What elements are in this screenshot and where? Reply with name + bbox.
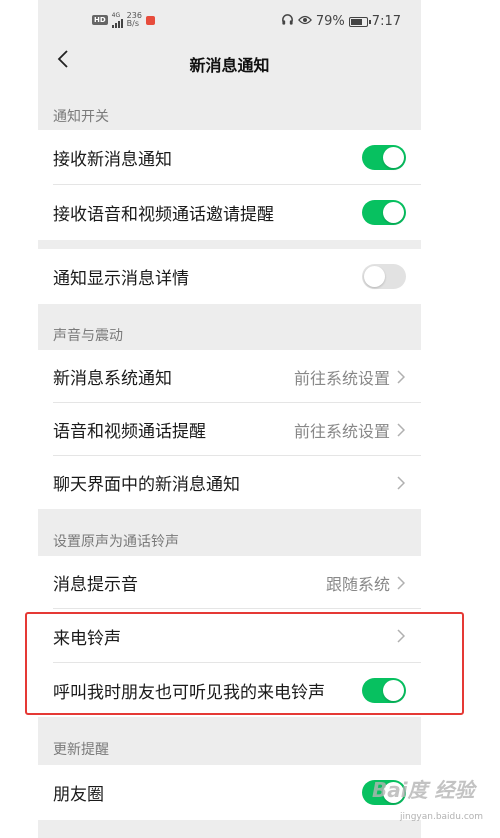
section-header-update: 更新提醒: [53, 742, 109, 758]
row-message-sound[interactable]: 消息提示音 跟随系统: [38, 556, 421, 609]
row-system-notify[interactable]: 新消息系统通知 前往系统设置: [38, 350, 421, 403]
chevron-right-icon: [396, 369, 406, 385]
status-bar: HD 4G 236 B/s 79% 7:17: [38, 0, 421, 40]
row-value: 跟随系统: [325, 574, 390, 594]
chevron-right-icon: [396, 628, 406, 644]
row-value: 前往系统设置: [293, 368, 390, 388]
row-label: 新消息系统通知: [53, 369, 172, 389]
section-header-notify-switch: 通知开关: [53, 109, 109, 125]
row-label: 来电铃声: [53, 628, 121, 649]
row-moments: 朋友圈: [38, 765, 421, 820]
eye-icon: [297, 14, 312, 30]
row-label: 聊天界面中的新消息通知: [53, 475, 240, 495]
friends-hear-ringtone-toggle[interactable]: [362, 677, 406, 703]
row-label: 呼叫我时朋友也可听见我的来电铃声: [53, 682, 325, 703]
row-receive-call-invite: 接收语音和视频通话邀请提醒: [38, 185, 421, 240]
section-header-sound-vibration: 声音与震动: [53, 328, 123, 344]
row-label: 通知显示消息详情: [53, 269, 189, 289]
row-label: 接收新消息通知: [53, 150, 172, 170]
network-speed: 236 B/s: [127, 12, 142, 28]
section-header-ringtone: 设置原声为通话铃声: [53, 534, 179, 550]
show-details-toggle[interactable]: [362, 264, 406, 289]
row-label: 接收语音和视频通话邀请提醒: [53, 205, 274, 225]
clock: 7:17: [371, 14, 401, 29]
chevron-right-icon: [396, 422, 406, 438]
battery-percent: 79%: [315, 14, 345, 29]
headset-icon: [281, 13, 294, 30]
row-receive-new-message: 接收新消息通知: [38, 130, 421, 185]
row-chat-notify[interactable]: 聊天界面中的新消息通知: [38, 456, 421, 509]
chevron-right-icon: [396, 575, 406, 591]
row-friends-hear-ringtone: 呼叫我时朋友也可听见我的来电铃声: [38, 663, 421, 717]
row-show-details: 通知显示消息详情: [38, 249, 421, 304]
row-value: 前往系统设置: [293, 421, 390, 441]
row-incoming-ringtone[interactable]: 来电铃声: [38, 609, 421, 663]
speed-unit: B/s: [126, 19, 140, 28]
signal-icon: 4G: [111, 12, 123, 28]
watermark-logo: Bai度 经验: [372, 778, 475, 802]
status-right: 79% 7:17: [281, 13, 401, 30]
watermark-url: jingyan.baidu.com: [400, 812, 484, 822]
row-label: 语音和视频通话提醒: [53, 422, 206, 442]
row-call-reminder[interactable]: 语音和视频通话提醒 前往系统设置: [38, 403, 421, 456]
row-label: 消息提示音: [53, 575, 138, 595]
battery-icon: [348, 16, 371, 27]
phone-screen: HD 4G 236 B/s 79% 7:17 新消息通知 通知开关 接收新消息通…: [38, 0, 421, 838]
chevron-right-icon: [396, 475, 406, 491]
receive-new-message-toggle[interactable]: [362, 145, 406, 170]
hd-badge: HD: [92, 15, 108, 25]
row-label: 朋友圈: [53, 785, 104, 805]
status-left: HD 4G 236 B/s: [92, 12, 155, 28]
app-notification-icon: [145, 15, 155, 25]
page-title: 新消息通知: [189, 56, 270, 75]
nav-bar: 新消息通知: [38, 40, 421, 84]
receive-call-invite-toggle[interactable]: [362, 200, 406, 225]
